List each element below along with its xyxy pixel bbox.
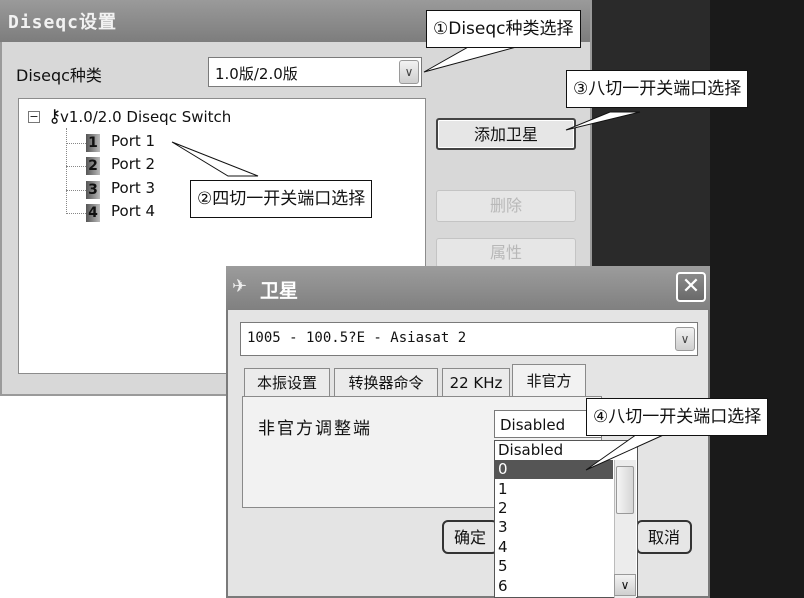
callout-four-port: ②四切一开关端口选择 (190, 180, 373, 218)
callout-eight-port: ④八切一开关端口选择 (586, 398, 769, 436)
callout-diseqc-type: ①Diseqc种类选择 (426, 10, 581, 48)
callout-3-pointer (565, 111, 641, 131)
callout-1-pointer (423, 45, 521, 73)
callout-2-pointer (171, 141, 259, 177)
callout-4-pointer (585, 431, 671, 471)
callout-add-satellite: ③八切一开关端口选择 (566, 70, 749, 108)
